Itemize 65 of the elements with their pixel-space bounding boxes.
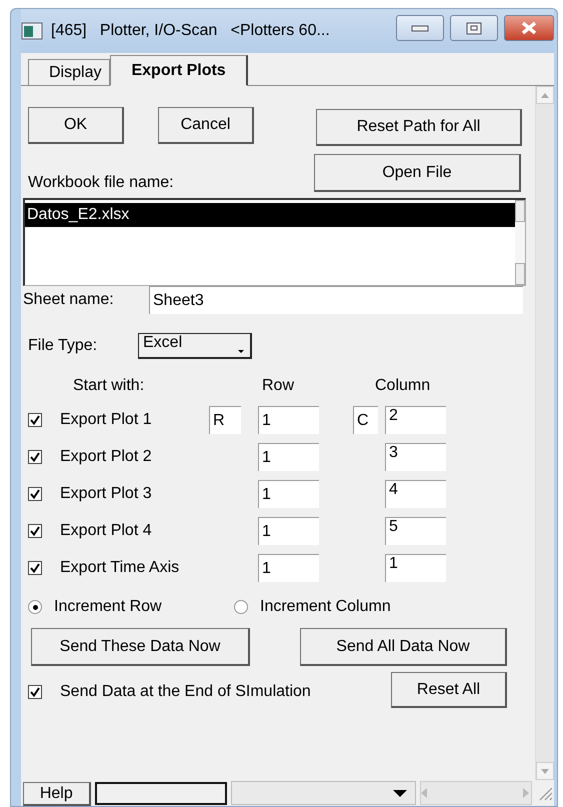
tab[interactable]: Export Plots: [110, 55, 248, 86]
checkbox-label: Export Plot 4: [60, 522, 153, 540]
column-field[interactable]: 4: [385, 480, 446, 508]
column-header: Start with:: [73, 377, 146, 395]
open-file-button[interactable]: Open File: [314, 154, 521, 192]
down-arrow-icon: [540, 768, 550, 774]
caret-icon: [238, 350, 244, 353]
row-field[interactable]: 1: [258, 480, 319, 508]
row-field[interactable]: 1: [258, 406, 319, 434]
checkbox-label: Send Data at the End of SImulation: [60, 682, 312, 700]
checkbox-label: Export Time Axis: [60, 559, 180, 577]
column-field[interactable]: 3: [385, 443, 446, 471]
window-title: [465] Plotter, I/O-Scan <Plotters 60...: [51, 22, 331, 40]
close-button[interactable]: [504, 15, 554, 41]
dropdown-value: Excel: [143, 334, 182, 352]
column-field[interactable]: 1: [385, 554, 446, 582]
app-icon: [21, 22, 43, 40]
column-field[interactable]: 2: [385, 406, 446, 434]
send-these-data-button[interactable]: Send These Data Now: [31, 628, 250, 666]
file-type-dropdown[interactable]: Excel: [138, 333, 252, 359]
up-arrow-icon: [540, 92, 550, 98]
checkbox-label: Export Plot 1: [60, 411, 153, 429]
checkbox-label: Export Plot 3: [60, 485, 153, 503]
radio-label: Increment Row: [54, 598, 163, 616]
checkbox[interactable]: [28, 413, 42, 427]
row-field[interactable]: 1: [258, 554, 319, 582]
column-header: Column: [375, 377, 430, 395]
right-arrow-icon: [523, 788, 532, 798]
help-button[interactable]: Help: [23, 782, 91, 806]
checkbox-label: Export Plot 2: [60, 448, 153, 466]
row-field[interactable]: 1: [258, 517, 319, 545]
column-prefix-field[interactable]: C: [353, 406, 378, 434]
file-list[interactable]: Datos_E2.xlsx: [23, 198, 526, 286]
horizontal-scrollbar[interactable]: [420, 781, 532, 805]
file-list-item[interactable]: Datos_E2.xlsx: [25, 203, 515, 227]
checkbox[interactable]: [28, 450, 42, 464]
cancel-button[interactable]: Cancel: [158, 107, 254, 144]
dropdown-arrow-icon: [392, 790, 407, 796]
checkbox[interactable]: [28, 684, 42, 698]
checkbox[interactable]: [28, 524, 42, 538]
scrollbar[interactable]: [535, 86, 554, 780]
file-type-label: File Type:: [28, 337, 98, 355]
minimize-button[interactable]: [396, 15, 444, 41]
reset-path-button[interactable]: Reset Path for All: [316, 109, 522, 146]
row-field[interactable]: 1: [258, 443, 319, 471]
restore-icon: [466, 22, 482, 34]
send-all-data-button[interactable]: Send All Data Now: [300, 628, 507, 666]
radio-button[interactable]: [28, 600, 42, 614]
minimize-icon: [411, 23, 429, 33]
column-header: Row: [262, 377, 296, 395]
sheet-name-label: Sheet name:: [23, 291, 115, 309]
radio-button[interactable]: [234, 600, 248, 614]
radio-label: Increment Column: [260, 598, 391, 616]
tab[interactable]: Display: [28, 59, 110, 85]
reset-all-button[interactable]: Reset All: [391, 672, 507, 708]
checkbox[interactable]: [28, 561, 42, 575]
ok-button[interactable]: OK: [28, 107, 124, 144]
row-prefix-field[interactable]: R: [209, 406, 241, 434]
close-icon: [521, 21, 537, 35]
column-field[interactable]: 5: [385, 517, 446, 545]
sheet-name-field[interactable]: Sheet3: [149, 286, 523, 314]
restore-button[interactable]: [450, 15, 498, 41]
workbook-label: Workbook file name:: [28, 174, 175, 192]
checkbox[interactable]: [28, 487, 42, 501]
left-arrow-icon: [420, 788, 429, 798]
